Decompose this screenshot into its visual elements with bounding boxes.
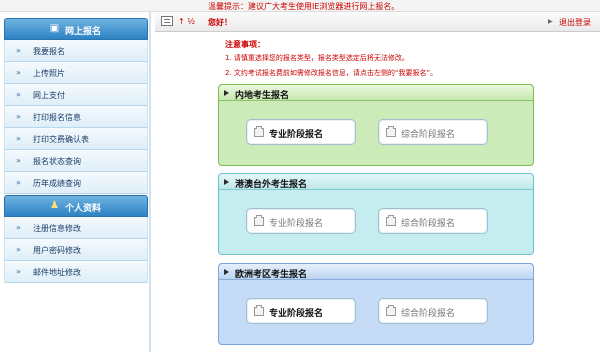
- button-label: 专业阶段报名: [269, 309, 324, 319]
- double-chevron-icon: »: [16, 46, 21, 55]
- document-icon: [161, 16, 173, 26]
- computer-icon: ▣: [49, 23, 60, 34]
- panel-title: 欧洲考区考生报名: [235, 270, 308, 280]
- double-chevron-icon: »: [16, 90, 21, 99]
- greeting-text: 您好！: [208, 18, 232, 27]
- comprehensive-stage-registration-button[interactable]: 综合阶段报名: [378, 298, 488, 324]
- sidebar-item-label: 我要报名: [33, 47, 65, 56]
- triangle-bullet-icon: [224, 269, 229, 275]
- double-chevron-icon: »: [16, 68, 21, 77]
- double-chevron-icon: »: [16, 267, 21, 276]
- folder-icon: [386, 215, 396, 226]
- button-label: 综合阶段报名: [401, 130, 456, 140]
- double-chevron-icon: »: [16, 178, 21, 187]
- sidebar-item-label: 上传照片: [33, 69, 65, 78]
- triangle-bullet-icon: [224, 179, 229, 185]
- comprehensive-stage-registration-button[interactable]: 综合阶段报名: [378, 208, 488, 234]
- double-chevron-icon: »: [16, 223, 21, 232]
- folder-icon: [386, 126, 396, 137]
- sidebar-item-label: 历年成绩查询: [33, 179, 81, 188]
- sidebar-item-upload-photo[interactable]: » 上传照片: [4, 62, 148, 84]
- panel-hk-macao-taiwan-registration: 港澳台外考生报名 专业阶段报名 综合阶段报名: [218, 173, 534, 255]
- folder-icon: [254, 305, 264, 316]
- sidebar-item-print-payment-confirmation[interactable]: » 打印交费确认表: [4, 128, 148, 150]
- sidebar-item-label: 邮件地址修改: [33, 268, 81, 277]
- comprehensive-stage-registration-button[interactable]: 综合阶段报名: [378, 119, 488, 145]
- folder-icon: [254, 126, 264, 137]
- top-tip-bar: 温馨提示：建议广大考生使用IE浏览器进行网上报名。: [0, 0, 600, 12]
- button-label: 综合阶段报名: [401, 219, 456, 229]
- greeting-prefix: ↑ ½: [178, 17, 195, 26]
- double-chevron-icon: »: [16, 112, 21, 121]
- sidebar-item-edit-registration-info[interactable]: » 注册信息修改: [4, 217, 148, 239]
- sidebar-item-score-history[interactable]: » 历年成绩查询: [4, 172, 148, 194]
- sidebar: ▣ 网上报名 » 我要报名 » 上传照片 » 网上支付 » 打印报名信息 » 打…: [0, 12, 151, 352]
- sidebar-section-title: 网上报名: [65, 27, 102, 37]
- logout-link[interactable]: 退出登录: [559, 17, 591, 28]
- sidebar-item-change-email[interactable]: » 邮件地址修改: [4, 261, 148, 283]
- top-tip-text: 温馨提示：建议广大考生使用IE浏览器进行网上报名。: [208, 2, 400, 11]
- sidebar-item-label: 打印报名信息: [33, 113, 81, 122]
- sidebar-item-registration-status[interactable]: » 报名状态查询: [4, 150, 148, 172]
- professional-stage-registration-button[interactable]: 专业阶段报名: [246, 298, 356, 324]
- button-label: 专业阶段报名: [269, 130, 324, 140]
- panel-title: 港澳台外考生报名: [235, 180, 308, 190]
- double-chevron-icon: »: [16, 156, 21, 165]
- sidebar-item-my-registration[interactable]: » 我要报名: [4, 40, 148, 62]
- folder-icon: [254, 215, 264, 226]
- panel-header: 港澳台外考生报名: [219, 174, 533, 190]
- double-chevron-icon: »: [16, 134, 21, 143]
- sidebar-item-online-payment[interactable]: » 网上支付: [4, 84, 148, 106]
- double-chevron-icon: »: [16, 245, 21, 254]
- button-label: 综合阶段报名: [401, 309, 456, 319]
- notice-line: 2. 文约考试报名费前如需修改报名信息，请点击左侧的“我要报名”。: [225, 69, 438, 77]
- notice-title: 注意事项：: [225, 40, 265, 49]
- sidebar-section-online-registration: ▣ 网上报名: [4, 18, 148, 40]
- triangle-bullet-icon: [224, 90, 229, 96]
- panel-title: 内地考生报名: [235, 91, 290, 101]
- panel-header: 内地考生报名: [219, 85, 533, 101]
- panel-header: 欧洲考区考生报名: [219, 264, 533, 280]
- professional-stage-registration-button[interactable]: 专业阶段报名: [246, 119, 356, 145]
- sidebar-item-print-registration-info[interactable]: » 打印报名信息: [4, 106, 148, 128]
- main-header-bar: ↑ ½ 您好！ ▶ 退出登录: [155, 12, 600, 32]
- sidebar-item-label: 打印交费确认表: [33, 135, 89, 144]
- sidebar-item-label: 用户密码修改: [33, 246, 81, 255]
- professional-stage-registration-button[interactable]: 专业阶段报名: [246, 208, 356, 234]
- sidebar-section-personal-info: ♟ 个人资料: [4, 195, 148, 217]
- notice-line: 1. 请慎重选择您的报名类型，报名类型选定后将无法修改。: [225, 54, 409, 62]
- sidebar-section-title: 个人资料: [65, 204, 102, 214]
- user-icon: ♟: [50, 200, 59, 211]
- button-label: 专业阶段报名: [269, 219, 324, 229]
- panel-europe-registration: 欧洲考区考生报名 专业阶段报名 综合阶段报名: [218, 263, 534, 345]
- sidebar-item-label: 网上支付: [33, 91, 65, 100]
- panel-mainland-registration: 内地考生报名 专业阶段报名 综合阶段报名: [218, 84, 534, 166]
- arrow-right-icon: ▶: [548, 18, 553, 25]
- folder-icon: [386, 305, 396, 316]
- sidebar-item-label: 报名状态查询: [33, 157, 81, 166]
- sidebar-item-label: 注册信息修改: [33, 224, 81, 233]
- sidebar-item-change-password[interactable]: » 用户密码修改: [4, 239, 148, 261]
